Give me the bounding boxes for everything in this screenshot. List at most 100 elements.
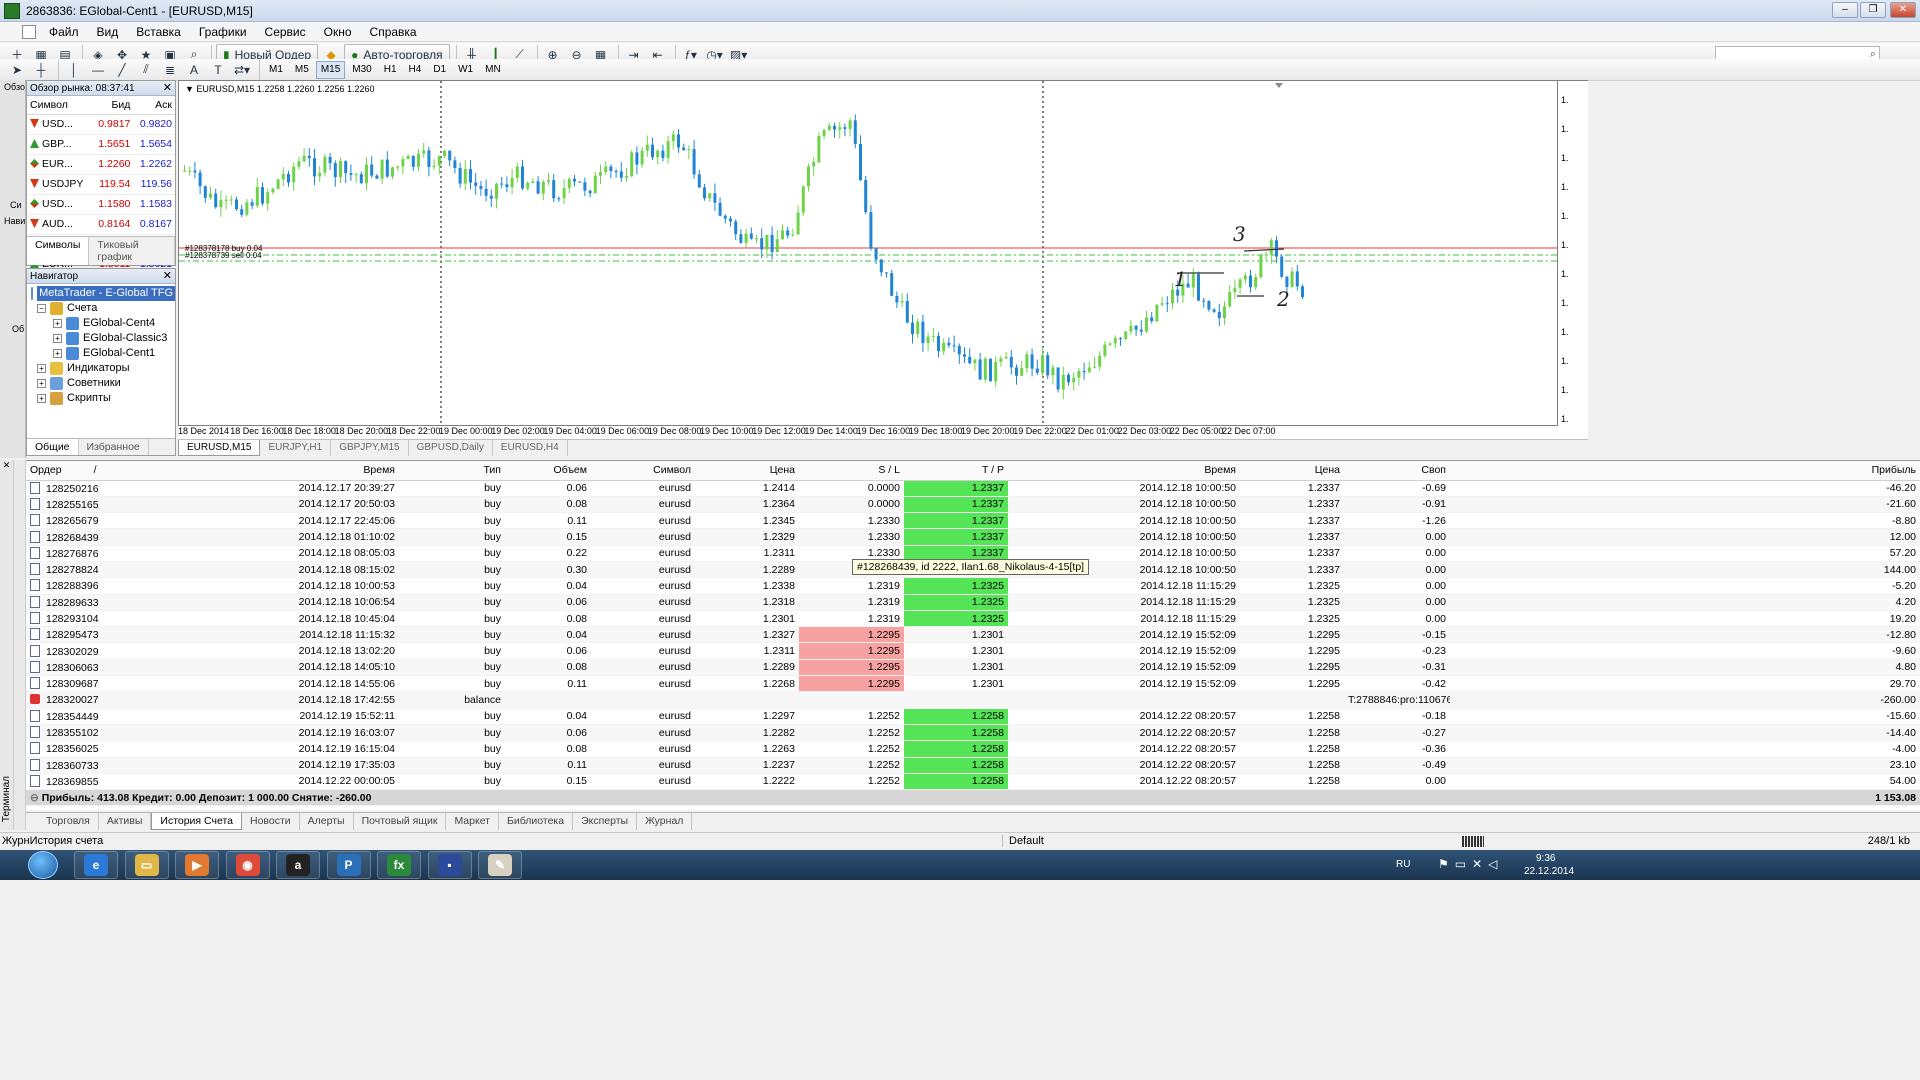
terminal-tab[interactable]: Почтовый ящик: [354, 813, 447, 830]
terminal-tab[interactable]: Библиотека: [499, 813, 574, 830]
timeframe-d1[interactable]: D1: [428, 61, 451, 79]
text-label-icon[interactable]: T: [207, 59, 229, 81]
column-symbol[interactable]: Символ: [27, 96, 92, 115]
terminal-tab[interactable]: Эксперты: [573, 813, 638, 830]
close-icon[interactable]: ✕: [163, 269, 172, 284]
table-row[interactable]: 128250216 2014.12.17 20:39:27 buy 0.06 eurus…: [26, 480, 1920, 497]
column-open-time[interactable]: Время: [171, 461, 399, 481]
arrows-icon[interactable]: ⇄▾: [231, 59, 253, 81]
table-row[interactable]: 128295473 2014.12.18 11:15:32 buy 0.04 eurus…: [26, 626, 1920, 644]
column-close-price[interactable]: Цена: [1240, 461, 1344, 481]
terminal-tab[interactable]: Активы: [99, 813, 152, 830]
menu-help[interactable]: Справка: [361, 22, 426, 42]
column-price[interactable]: Цена: [695, 461, 799, 481]
price-chart[interactable]: ▼ EURUSD,M15 1.2258 1.2260 1.2256 1.2260…: [178, 80, 1559, 427]
tree-account-item[interactable]: + EGlobal-Cent4: [31, 316, 175, 331]
market-watch-row[interactable]: AUD... 0.8164 0.8167: [27, 214, 175, 235]
timeframe-w1[interactable]: W1: [453, 61, 478, 79]
table-row[interactable]: 128306063 2014.12.18 14:05:10 buy 0.08 eurus…: [26, 659, 1920, 677]
taskbar-app-ie[interactable]: e: [74, 851, 118, 879]
column-type[interactable]: Тип: [399, 461, 505, 481]
taskbar-app-fx[interactable]: fx: [377, 851, 421, 879]
tree-account-item[interactable]: + EGlobal-Cent1: [31, 346, 175, 361]
menu-file[interactable]: Файл: [40, 22, 88, 42]
timeframe-h1[interactable]: H1: [379, 61, 402, 79]
taskbar-app-save[interactable]: ▪: [427, 851, 472, 879]
timeframe-m1[interactable]: M1: [264, 61, 288, 79]
taskbar-app-explorer[interactable]: ▭: [124, 851, 169, 879]
terminal-tab[interactable]: История Счета: [151, 813, 242, 830]
menu-window[interactable]: Окно: [315, 22, 361, 42]
mdi-document-icon[interactable]: [22, 24, 36, 39]
table-row[interactable]: 128288396 2014.12.18 10:00:53 buy 0.04 eurus…: [26, 577, 1920, 595]
clock-date[interactable]: 22.12.2014: [1524, 866, 1574, 877]
table-row[interactable]: 128369855 2014.12.22 00:00:05 buy 0.15 eurus…: [26, 773, 1920, 791]
menu-insert[interactable]: Вставка: [127, 22, 190, 42]
vertical-line-icon[interactable]: │: [63, 59, 85, 81]
tab-common[interactable]: Общие: [27, 439, 79, 455]
timeframe-h4[interactable]: H4: [404, 61, 427, 79]
trendline-icon[interactable]: ╱: [111, 59, 133, 81]
tree-account-item[interactable]: + EGlobal-Classic3: [31, 331, 175, 346]
tab-favorites[interactable]: Избранное: [79, 439, 149, 455]
column-symbol[interactable]: Символ: [591, 461, 695, 481]
tree-accounts[interactable]: − Счета: [31, 301, 175, 316]
terminal-tab[interactable]: Маркет: [446, 813, 499, 830]
column-order[interactable]: Ордер /: [26, 461, 171, 481]
timeframe-m30[interactable]: M30: [347, 61, 376, 79]
terminal-tab[interactable]: Новости: [242, 813, 300, 830]
column-volume[interactable]: Объем: [505, 461, 591, 481]
market-watch-row[interactable]: USDJPY 119.54 119.56: [27, 174, 175, 195]
tree-scripts[interactable]: + Скрипты: [31, 391, 175, 406]
column-close-time[interactable]: Время: [1008, 461, 1240, 481]
column-swap[interactable]: Своп: [1344, 461, 1450, 481]
terminal-tab[interactable]: Торговля: [38, 813, 99, 830]
taskbar-app-paint[interactable]: ✎: [478, 851, 522, 879]
taskbar-app-P[interactable]: P: [326, 851, 371, 879]
start-button[interactable]: [28, 851, 58, 879]
menu-charts[interactable]: Графики: [190, 22, 256, 42]
column-bid[interactable]: Бид: [91, 96, 134, 115]
table-row[interactable]: 128360733 2014.12.19 17:35:03 buy 0.11 eurus…: [26, 757, 1920, 774]
table-row[interactable]: 128255165 2014.12.17 20:50:03 buy 0.08 eurus…: [26, 496, 1920, 514]
timeframe-m5[interactable]: M5: [290, 61, 314, 79]
table-row[interactable]: 128356025 2014.12.19 16:15:04 buy 0.08 eurus…: [26, 740, 1920, 758]
chart-tab[interactable]: GBPJPY,M15: [331, 440, 409, 456]
cursor-icon[interactable]: ➤: [6, 59, 28, 81]
horizontal-line-icon[interactable]: —: [87, 59, 109, 81]
chart-tab[interactable]: GBPUSD,Daily: [409, 440, 493, 456]
tab-symbols[interactable]: Символы: [27, 237, 90, 265]
terminal-tab[interactable]: Алерты: [300, 813, 354, 830]
table-row[interactable]: 128289633 2014.12.18 10:06:54 buy 0.06 eurus…: [26, 594, 1920, 611]
clock-time[interactable]: 9:36: [1536, 853, 1555, 864]
menu-view[interactable]: Вид: [88, 22, 128, 42]
table-row[interactable]: 128293104 2014.12.18 10:45:04 buy 0.08 eurus…: [26, 610, 1920, 628]
market-watch-row[interactable]: EUR... 1.2260 1.2262: [27, 154, 175, 175]
table-row[interactable]: 128302029 2014.12.18 13:02:20 buy 0.06 eurus…: [26, 642, 1920, 660]
tree-indicators[interactable]: + Индикаторы: [31, 361, 175, 376]
minimize-button[interactable]: –: [1832, 2, 1858, 18]
fibonacci-icon[interactable]: ≣: [159, 59, 181, 81]
timeframe-m15[interactable]: M15: [315, 60, 346, 79]
language-indicator[interactable]: RU: [1396, 859, 1410, 870]
chart-tab[interactable]: EURJPY,H1: [260, 440, 332, 456]
text-icon[interactable]: A: [183, 59, 205, 81]
maximize-button[interactable]: ❐: [1860, 2, 1886, 18]
column-tp[interactable]: T / P: [904, 461, 1008, 481]
market-watch-row[interactable]: GBP... 1.5651 1.5654: [27, 134, 175, 155]
column-ask[interactable]: Аск: [133, 96, 175, 115]
tree-experts[interactable]: + Советники: [31, 376, 175, 391]
tab-tick-chart[interactable]: Тиковый график: [89, 237, 175, 265]
tray-icons[interactable]: ⚑▭✕◁: [1438, 857, 1503, 871]
chart-tab[interactable]: EURUSD,H4: [493, 440, 568, 456]
table-row[interactable]: 128309687 2014.12.18 14:55:06 buy 0.11 eurus…: [26, 675, 1920, 693]
taskbar-app-alpari[interactable]: a: [276, 851, 320, 879]
crosshair-icon[interactable]: ┼: [30, 59, 52, 81]
timeframe-mn[interactable]: MN: [480, 61, 506, 79]
market-watch-row[interactable]: USD... 0.9817 0.9820: [27, 114, 175, 135]
taskbar-app-chrome[interactable]: ◉: [225, 851, 270, 879]
table-row[interactable]: 128320027 2014.12.18 17:42:55 balance T:278…: [26, 691, 1920, 709]
table-row[interactable]: 128265679 2014.12.17 22:45:06 buy 0.11 eurus…: [26, 512, 1920, 530]
tree-root[interactable]: MetaTrader - E-Global TFG: [31, 286, 175, 301]
table-row[interactable]: 128354449 2014.12.19 15:52:11 buy 0.04 eurus…: [26, 708, 1920, 725]
